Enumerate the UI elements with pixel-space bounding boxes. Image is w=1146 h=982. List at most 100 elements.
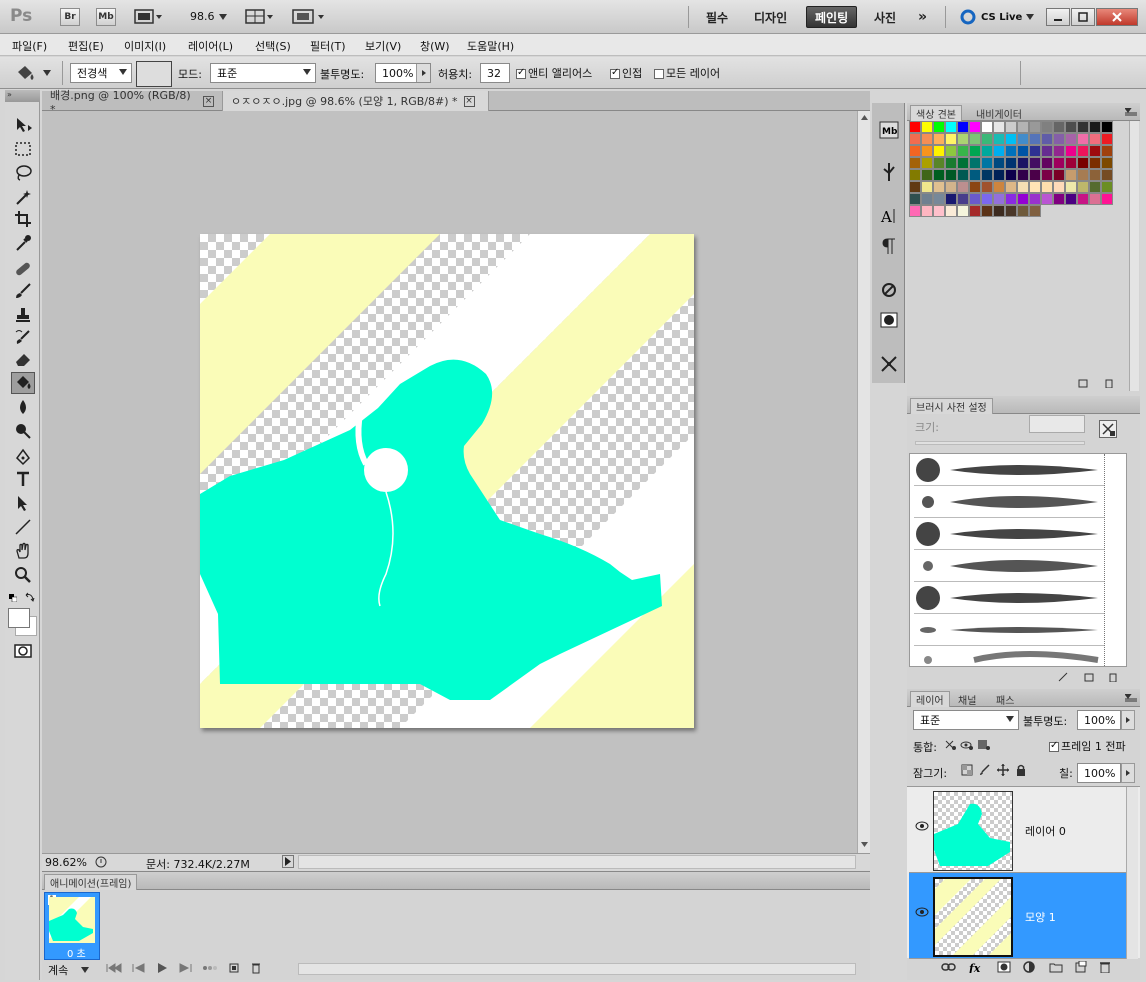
unify-style-icon[interactable] [977,738,991,751]
toggle-brush-panel-button[interactable] [1057,671,1069,683]
visibility-eye-icon[interactable] [915,821,929,831]
minibridge-panel-button[interactable]: Mb [878,119,900,141]
color-swatch[interactable] [1029,169,1041,181]
adjustment-layer-icon[interactable] [1023,961,1037,973]
color-swatch[interactable] [969,169,981,181]
new-brush-button[interactable] [1083,671,1095,683]
color-swatch[interactable] [957,181,969,193]
color-swatch[interactable] [1005,145,1017,157]
more-workspaces-button[interactable]: » [910,6,935,28]
color-swatch[interactable] [1065,157,1077,169]
color-swatch[interactable] [1065,121,1077,133]
color-swatch[interactable] [945,181,957,193]
antialias-checkbox[interactable] [516,67,526,79]
color-swatch[interactable] [1005,193,1017,205]
color-swatch[interactable] [981,169,993,181]
tween-icon[interactable] [202,962,218,974]
color-swatch[interactable] [1017,133,1029,145]
color-swatch[interactable] [981,121,993,133]
color-swatch[interactable] [1101,193,1113,205]
workspace-painting[interactable]: 페인팅 [806,6,858,28]
panel-collapse-bar[interactable]: » [5,90,40,102]
brush-size-slider[interactable] [915,441,1085,445]
color-swatch[interactable] [1005,181,1017,193]
lock-transparency-icon[interactable] [961,764,973,776]
delete-brush-button[interactable] [1107,671,1119,683]
antialias-option[interactable]: 앤티 앨리어스 [516,65,592,81]
lasso-tool[interactable] [11,162,35,184]
brush-preset-list[interactable] [909,453,1127,667]
first-frame-icon[interactable] [106,962,122,974]
next-frame-icon[interactable] [178,962,192,974]
color-swatch[interactable] [1089,121,1101,133]
color-swatch[interactable] [969,133,981,145]
color-swatch[interactable] [1041,181,1053,193]
color-swatch[interactable] [945,193,957,205]
menu-view[interactable]: 보기(V) [365,38,401,54]
fill-source-select[interactable]: 전경색 [70,63,132,83]
color-swatch[interactable] [1101,157,1113,169]
color-swatch[interactable] [1017,145,1029,157]
fill-slider-button[interactable] [1121,763,1135,783]
color-swatch[interactable] [1077,145,1089,157]
color-swatch[interactable] [1005,157,1017,169]
color-swatch[interactable] [1065,145,1077,157]
marquee-tool[interactable] [11,138,35,160]
paragraph-panel-button[interactable] [878,235,900,257]
pen-tool[interactable] [11,446,35,468]
cslive-button[interactable]: CS Live [960,9,1035,25]
minimize-button[interactable] [1046,8,1070,26]
color-swatch[interactable] [1041,133,1053,145]
loop-options[interactable]: 계속 [48,962,90,978]
workspace-photography[interactable]: 사진 [866,6,904,28]
color-swatch[interactable] [1053,169,1065,181]
unify-position-icon[interactable] [943,738,957,751]
scroll-down-icon[interactable] [860,841,869,849]
history-brush-tool[interactable] [11,326,35,348]
color-swatch[interactable] [909,145,921,157]
color-swatch[interactable] [969,157,981,169]
tab-paths[interactable]: 패스 [991,691,1019,707]
color-swatch[interactable] [1053,181,1065,193]
color-swatch[interactable] [945,169,957,181]
color-swatch[interactable] [957,193,969,205]
new-swatch-button[interactable] [1077,377,1089,389]
color-swatch[interactable] [1005,205,1017,217]
previous-frame-icon[interactable] [132,962,146,974]
menu-window[interactable]: 창(W) [420,38,450,54]
layers-scrollbar[interactable] [1126,787,1138,959]
color-swatch[interactable] [921,157,933,169]
color-swatch[interactable] [909,133,921,145]
color-swatch[interactable] [921,181,933,193]
new-layer-icon[interactable] [1075,961,1087,973]
color-swatch[interactable] [1041,145,1053,157]
create-brush-button[interactable] [1099,420,1117,438]
swap-colors-button[interactable] [25,592,35,602]
link-layers-icon[interactable] [941,961,957,973]
brush-preset[interactable] [914,486,1104,518]
propagate-frame-option[interactable]: 프레임 1 전파 [1049,738,1126,754]
color-swatch[interactable] [945,145,957,157]
healing-brush-tool[interactable] [11,258,35,280]
scroll-up-icon[interactable] [860,113,869,121]
lock-pixels-icon[interactable] [979,764,991,776]
color-swatch[interactable] [1029,145,1041,157]
color-swatch[interactable] [921,145,933,157]
minibridge-button[interactable]: Mb [96,8,116,26]
color-swatch[interactable] [933,121,945,133]
color-swatch[interactable] [1101,145,1113,157]
tolerance-input[interactable]: 32 [480,63,510,83]
layer-style-icon[interactable]: fx [969,961,985,973]
color-swatch[interactable] [1065,133,1077,145]
arrange-documents-dropdown[interactable] [245,9,277,25]
color-swatch[interactable] [1053,145,1065,157]
foreground-color-swatch[interactable] [8,608,30,628]
all-layers-option[interactable]: 모든 레이어 [654,65,720,81]
panel-menu-icon[interactable] [1125,694,1137,702]
mode-select[interactable]: 표준 [210,63,316,83]
workspace-essentials[interactable]: 필수 [698,6,736,28]
color-swatch[interactable] [1053,157,1065,169]
color-swatch[interactable] [957,169,969,181]
menu-file[interactable]: 파일(F) [12,38,47,54]
color-swatch[interactable] [1053,193,1065,205]
